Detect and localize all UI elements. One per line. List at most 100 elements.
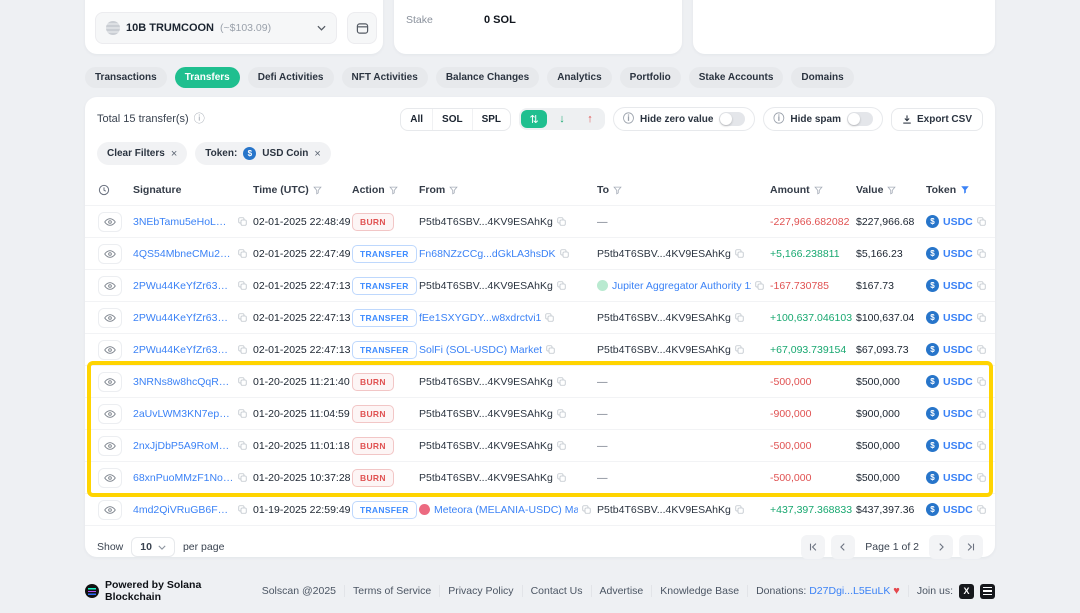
footer-link-solscan-2025[interactable]: Solscan @2025 [254, 585, 346, 597]
signature-copy-button[interactable] [238, 473, 247, 482]
to-address[interactable]: — [597, 216, 608, 228]
signature-link[interactable]: 2PWu44KeYfZr63V3... [133, 312, 234, 324]
signature-copy-button[interactable] [238, 345, 247, 354]
from-address[interactable]: SolFi (SOL-USDC) Market [419, 344, 542, 356]
token-copy-button[interactable] [977, 409, 986, 418]
page-size-select[interactable]: 10 [131, 537, 175, 557]
from-address[interactable]: P5tb4T6SBV...4KV9ESAhKg [419, 280, 553, 292]
tab-nft-activities[interactable]: NFT Activities [341, 67, 428, 88]
clock-icon[interactable] [98, 184, 110, 196]
footer-join-us[interactable]: Join us: X [909, 583, 995, 599]
to-copy-button[interactable] [735, 249, 744, 258]
signature-link[interactable]: 2PWu44KeYfZr63V3... [133, 344, 234, 356]
sort-desc-button[interactable]: ↓ [549, 110, 575, 128]
tab-stake-accounts[interactable]: Stake Accounts [688, 67, 784, 88]
hide-zero-switch[interactable] [719, 112, 746, 126]
to-address[interactable]: — [597, 408, 608, 420]
token-copy-button[interactable] [977, 441, 986, 450]
sort-asc-button[interactable]: ↑ [577, 110, 603, 128]
view-details-button[interactable] [98, 467, 122, 488]
footer-link-contact-us[interactable]: Contact Us [523, 585, 592, 597]
from-address[interactable]: P5tb4T6SBV...4KV9ESAhKg [419, 376, 553, 388]
token-copy-button[interactable] [977, 249, 986, 258]
tab-transactions[interactable]: Transactions [85, 67, 167, 88]
tab-defi-activities[interactable]: Defi Activities [247, 67, 334, 88]
donations-address-link[interactable]: D27Dgi...L5EuLK [809, 585, 890, 597]
from-address[interactable]: Meteora (MELANIA-USDC) Ma... [434, 504, 578, 516]
from-copy-button[interactable] [545, 313, 555, 322]
token-symbol[interactable]: USDC [943, 280, 973, 292]
from-address[interactable]: P5tb4T6SBV...4KV9ESAhKg [419, 216, 553, 228]
from-copy-button[interactable] [557, 473, 566, 482]
to-copy-button[interactable] [735, 345, 744, 354]
from-copy-button[interactable] [557, 441, 566, 450]
from-copy-button[interactable] [546, 345, 555, 354]
export-csv-button[interactable]: Export CSV [890, 107, 983, 131]
token-symbol[interactable]: USDC [943, 504, 973, 516]
info-icon[interactable]: ⓘ [194, 113, 205, 125]
signature-link[interactable]: 2nxJjDbP5A9RoMaN... [133, 440, 234, 452]
to-address[interactable]: P5tb4T6SBV...4KV9ESAhKg [597, 312, 731, 324]
token-copy-button[interactable] [977, 217, 986, 226]
token-symbol[interactable]: USDC [943, 440, 973, 452]
view-details-button[interactable] [98, 211, 122, 232]
token-symbol[interactable]: USDC [943, 408, 973, 420]
view-details-button[interactable] [98, 403, 122, 424]
tab-balance-changes[interactable]: Balance Changes [435, 67, 540, 88]
close-icon[interactable]: × [171, 148, 177, 160]
footer-donations[interactable]: Donations: D27Dgi...L5EuLK ♥ [748, 585, 909, 597]
prev-page-button[interactable] [831, 535, 856, 559]
to-address[interactable]: P5tb4T6SBV...4KV9ESAhKg [597, 344, 731, 356]
filter-icon[interactable] [388, 186, 398, 195]
view-details-button[interactable] [98, 435, 122, 456]
scope-option-spl[interactable]: SPL [471, 108, 510, 130]
from-copy-button[interactable] [557, 217, 566, 226]
signature-link[interactable]: 2PWu44KeYfZr63V3... [133, 280, 234, 292]
footer-link-privacy-policy[interactable]: Privacy Policy [440, 585, 523, 597]
signature-link[interactable]: 3NEbTamu5eHoLQC... [133, 216, 234, 228]
to-copy-button[interactable] [755, 281, 764, 290]
medium-icon[interactable] [980, 583, 995, 599]
token-symbol[interactable]: USDC [943, 248, 973, 260]
token-filter-chip[interactable]: Token: $ USD Coin × [195, 142, 331, 165]
first-page-button[interactable] [801, 535, 826, 559]
filter-icon[interactable] [449, 186, 458, 195]
from-address[interactable]: P5tb4T6SBV...4KV9ESAhKg [419, 440, 553, 452]
from-copy-button[interactable] [557, 281, 566, 290]
filter-icon[interactable] [813, 186, 823, 195]
token-symbol[interactable]: USDC [943, 312, 973, 324]
from-address[interactable]: P5tb4T6SBV...4KV9ESAhKg [419, 408, 553, 420]
from-address[interactable]: fEe1SXYGDY...w8xdrctvi1 [419, 312, 541, 324]
signature-link[interactable]: 3NRNs8w8hcQqRGH... [133, 376, 234, 388]
to-address[interactable]: — [597, 440, 608, 452]
filter-icon[interactable] [887, 186, 897, 195]
hide-zero-toggle[interactable]: ⓘ Hide zero value [613, 107, 756, 131]
card-icon-button[interactable] [347, 12, 377, 44]
footer-link-terms-of-service[interactable]: Terms of Service [345, 585, 441, 597]
token-symbol[interactable]: USDC [943, 216, 973, 228]
token-copy-button[interactable] [977, 505, 986, 514]
view-details-button[interactable] [98, 499, 122, 520]
tab-transfers[interactable]: Transfers [174, 67, 240, 88]
token-copy-button[interactable] [977, 281, 986, 290]
signature-copy-button[interactable] [238, 377, 247, 386]
token-copy-button[interactable] [977, 377, 986, 386]
footer-link-knowledge-base[interactable]: Knowledge Base [652, 585, 749, 597]
signature-copy-button[interactable] [238, 217, 247, 226]
hide-spam-toggle[interactable]: ⓘ Hide spam [763, 107, 883, 131]
filter-icon[interactable] [613, 186, 622, 195]
sort-both-button[interactable]: ⇅ [521, 110, 548, 128]
from-copy-button[interactable] [559, 249, 569, 258]
signature-copy-button[interactable] [238, 441, 247, 450]
scope-option-all[interactable]: All [401, 109, 432, 130]
view-details-button[interactable] [98, 275, 122, 296]
signature-link[interactable]: 4QS54MbneCMu2Tc... [133, 248, 234, 260]
token-copy-button[interactable] [977, 473, 986, 482]
signature-copy-button[interactable] [238, 249, 247, 258]
to-copy-button[interactable] [735, 313, 744, 322]
token-symbol[interactable]: USDC [943, 376, 973, 388]
from-address[interactable]: P5tb4T6SBV...4KV9ESAhKg [419, 472, 553, 484]
filter-icon[interactable] [313, 186, 322, 195]
clear-filters-chip[interactable]: Clear Filters × [97, 142, 188, 165]
from-copy-button[interactable] [557, 409, 566, 418]
